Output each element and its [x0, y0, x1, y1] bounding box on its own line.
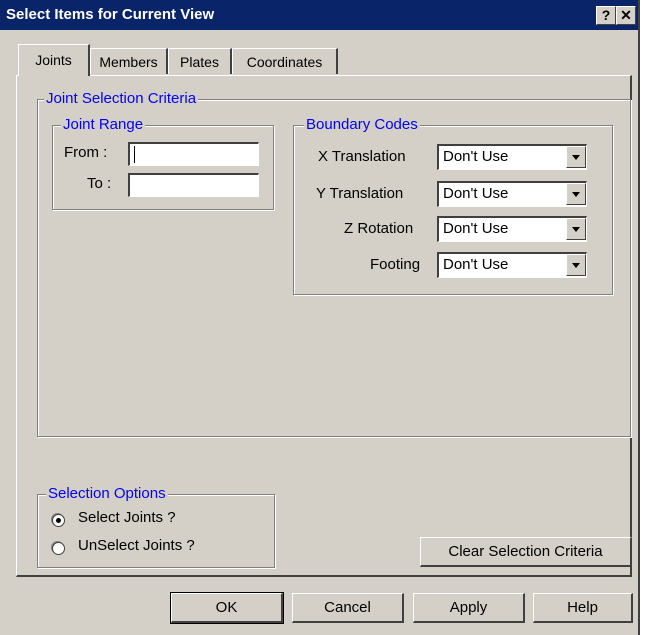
selection-options-group: Selection Options: [37, 485, 275, 568]
chevron-down-icon[interactable]: [566, 254, 586, 276]
ok-button[interactable]: OK: [170, 592, 284, 624]
cancel-button[interactable]: Cancel: [292, 593, 404, 623]
joint-selection-criteria-title: Joint Selection Criteria: [44, 90, 199, 108]
to-field[interactable]: [128, 173, 259, 197]
select-items-dialog: Select Items for Current View ? ✕ Joints…: [0, 0, 640, 635]
select-joints-radio[interactable]: [52, 514, 65, 527]
select-joints-label[interactable]: Select Joints ?: [78, 509, 176, 526]
selection-options-title: Selection Options: [46, 485, 168, 503]
y-translation-select[interactable]: Don't Use: [437, 181, 587, 207]
footing-label: Footing: [370, 256, 421, 273]
z-rotation-select[interactable]: Don't Use: [437, 216, 587, 242]
y-translation-value: Don't Use: [443, 185, 509, 202]
boundary-codes-title: Boundary Codes: [304, 116, 420, 134]
unselect-joints-label[interactable]: UnSelect Joints ?: [78, 537, 195, 554]
title-bar: Select Items for Current View ? ✕: [0, 0, 638, 30]
tab-plates[interactable]: Plates: [168, 48, 232, 74]
from-label: From :: [64, 144, 108, 161]
clear-selection-criteria-button[interactable]: Clear Selection Criteria: [420, 537, 632, 567]
x-translation-label: X Translation: [318, 148, 406, 165]
close-icon[interactable]: ✕: [616, 6, 636, 25]
chevron-down-icon[interactable]: [566, 218, 586, 240]
z-rotation-label: Z Rotation: [344, 220, 414, 237]
z-rotation-value: Don't Use: [443, 220, 509, 237]
x-translation-value: Don't Use: [443, 148, 509, 165]
joint-range-title: Joint Range: [61, 116, 146, 134]
unselect-joints-radio[interactable]: [52, 542, 65, 555]
x-translation-select[interactable]: Don't Use: [437, 144, 587, 170]
joint-range-group: Joint Range: [52, 116, 274, 210]
text-caret: [134, 146, 135, 163]
to-label: To :: [87, 175, 112, 192]
footing-select[interactable]: Don't Use: [437, 252, 587, 278]
help-button[interactable]: Help: [533, 593, 633, 623]
tab-joints[interactable]: Joints: [18, 44, 90, 76]
footing-value: Don't Use: [443, 256, 509, 273]
help-icon[interactable]: ?: [596, 6, 616, 25]
chevron-down-icon[interactable]: [566, 183, 586, 205]
dialog-title: Select Items for Current View: [6, 6, 215, 23]
y-translation-label: Y Translation: [316, 185, 404, 202]
from-field[interactable]: [128, 142, 259, 166]
tab-members[interactable]: Members: [90, 48, 168, 74]
chevron-down-icon[interactable]: [566, 146, 586, 168]
apply-button[interactable]: Apply: [413, 593, 525, 623]
tab-coordinates[interactable]: Coordinates: [232, 48, 338, 74]
